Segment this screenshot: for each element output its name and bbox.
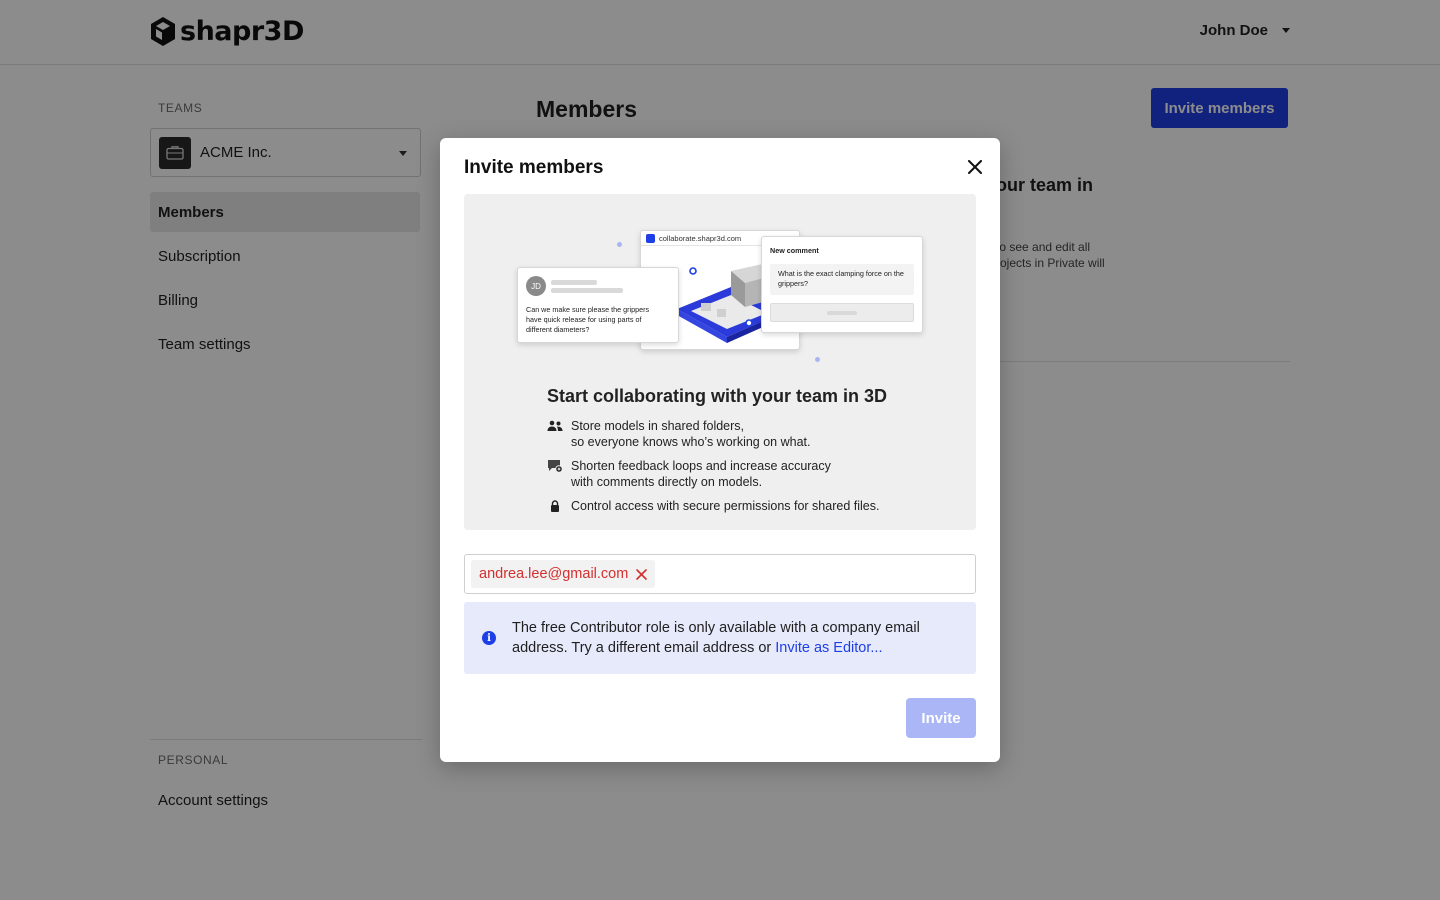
browser-url: collaborate.shapr3d.com: [659, 234, 742, 243]
invite-button[interactable]: Invite: [906, 698, 976, 738]
feature-line: Shorten feedback loops and increase accu…: [571, 459, 831, 473]
placeholder-line: [827, 311, 857, 315]
decor-dot: [617, 242, 622, 247]
lock-icon: [547, 498, 563, 514]
feature-line: Control access with secure permissions f…: [571, 499, 880, 513]
collaboration-promo: collaborate.shapr3d.com JD Can we make s…: [464, 194, 976, 530]
app-icon: [646, 234, 655, 243]
feature-text: Store models in shared folders, so everyo…: [571, 418, 810, 450]
email-text-input[interactable]: [663, 559, 975, 589]
new-comment-label: New comment: [770, 246, 819, 255]
comment-icon: [547, 458, 563, 474]
invite-as-editor-link[interactable]: Invite as Editor...: [775, 640, 882, 656]
promo-heading: Start collaborating with your team in 3D: [547, 386, 888, 406]
feature-line: so everyone knows who’s working on what.: [571, 435, 811, 449]
decor-dot: [815, 357, 820, 362]
comment-card: JD Can we make sure please the grippers …: [517, 267, 679, 343]
feature-text: Control access with secure permissions f…: [571, 498, 879, 514]
feature-line: Store models in shared folders,: [571, 419, 745, 433]
new-comment-card: New comment What is the exact clamping f…: [761, 236, 923, 333]
close-icon[interactable]: [964, 156, 986, 178]
contributor-role-notice: i The free Contributor role is only avai…: [464, 602, 976, 674]
email-input-field[interactable]: andrea.lee@gmail.com: [464, 554, 976, 594]
email-chip: andrea.lee@gmail.com: [471, 560, 656, 588]
email-chip-text: andrea.lee@gmail.com: [479, 566, 629, 582]
avatar: JD: [526, 276, 546, 296]
feature-text: Shorten feedback loops and increase accu…: [571, 458, 831, 490]
people-icon: [547, 418, 563, 434]
placeholder-line: [551, 280, 597, 285]
new-comment-text: What is the exact clamping force on the …: [778, 269, 904, 288]
notice-text: The free Contributor role is only availa…: [512, 618, 962, 658]
feature-comments: Shorten feedback loops and increase accu…: [547, 458, 831, 490]
feature-permissions: Control access with secure permissions f…: [547, 498, 879, 514]
info-icon: i: [482, 631, 496, 645]
collaboration-illustration: collaborate.shapr3d.com JD Can we make s…: [464, 194, 976, 374]
feature-shared-folders: Store models in shared folders, so everyo…: [547, 418, 810, 450]
feature-line: with comments directly on models.: [571, 475, 763, 489]
invite-members-dialog: Invite members collaborate.shapr3d.com J…: [440, 138, 1000, 762]
comment-text: Can we make sure please the grippers hav…: [526, 305, 650, 334]
placeholder-line: [551, 288, 623, 293]
remove-email-icon[interactable]: [635, 568, 647, 580]
dialog-title: Invite members: [464, 157, 604, 178]
